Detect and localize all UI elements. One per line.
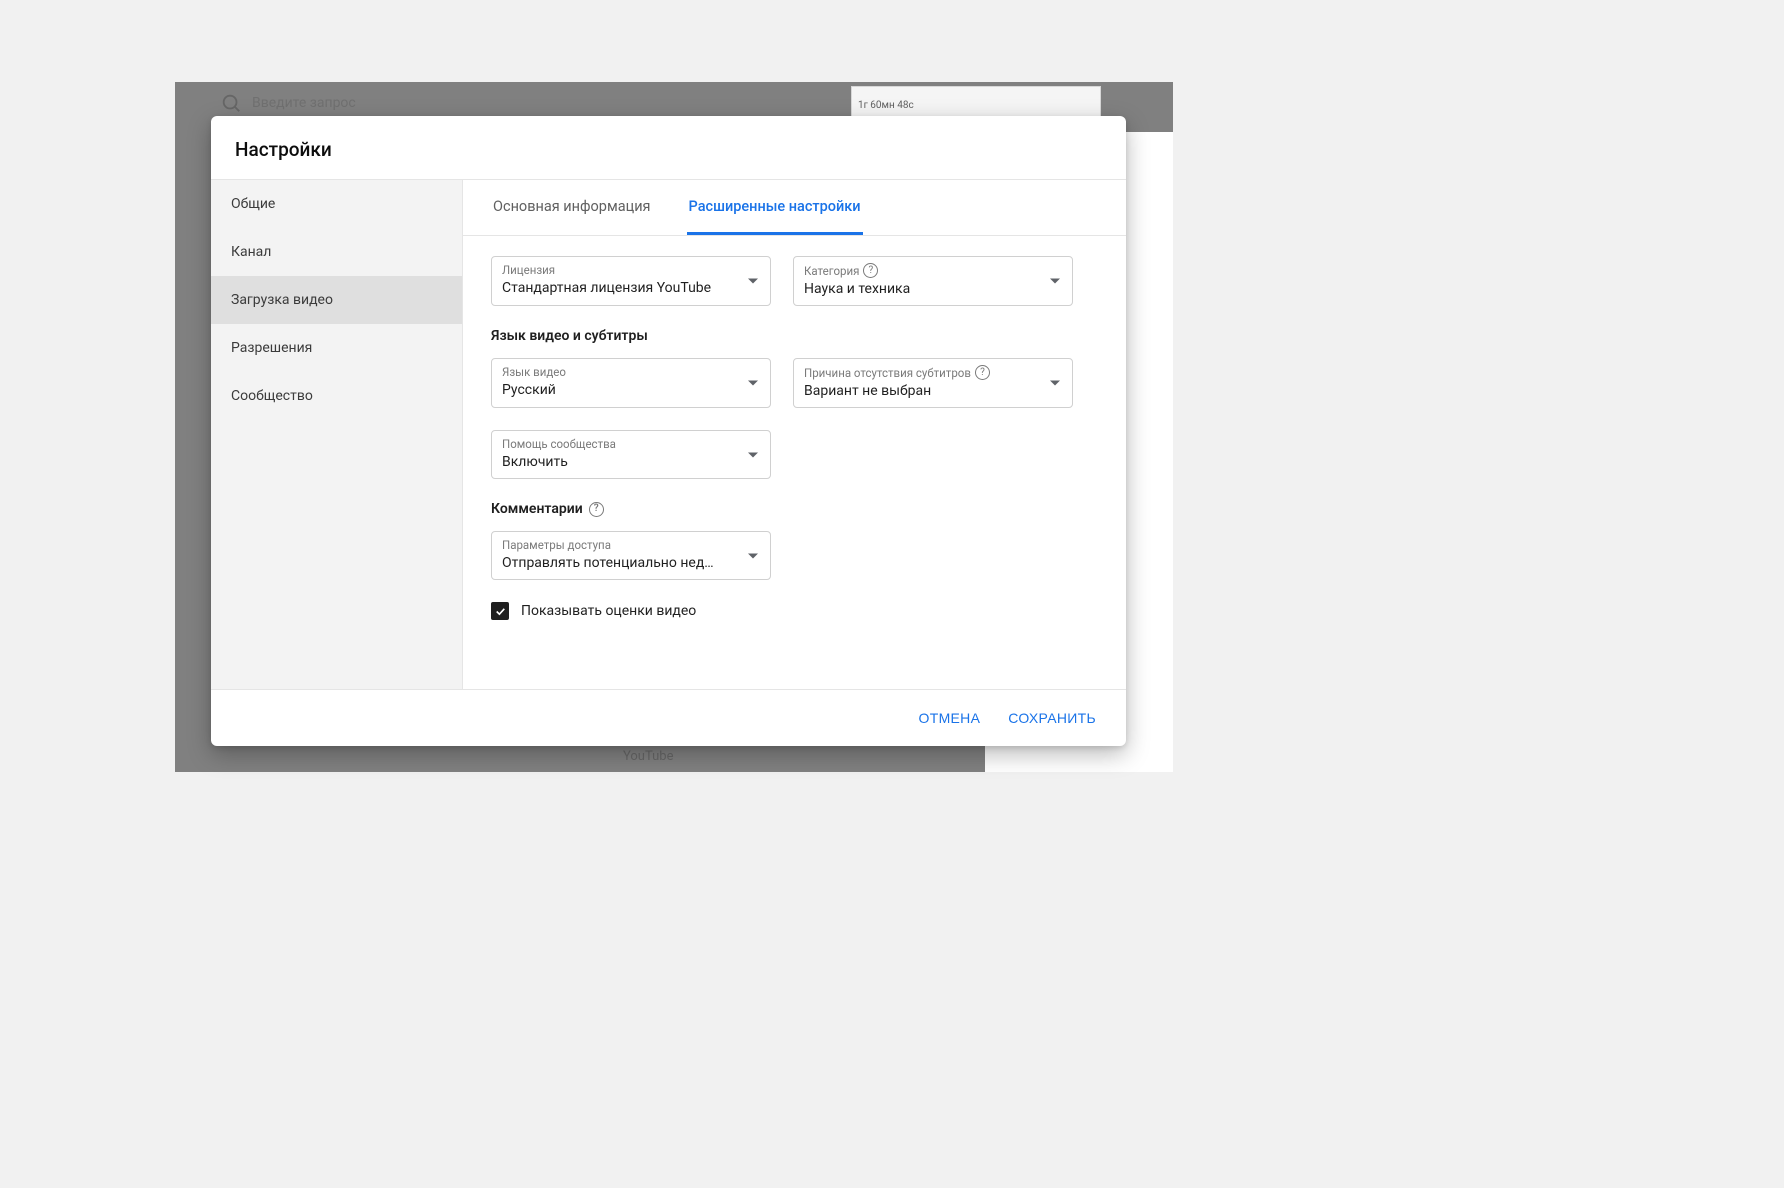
field-row: Лицензия Стандартная лицензия YouTube Ка… bbox=[491, 256, 1098, 306]
sidebar-item-label: Загрузка видео bbox=[231, 292, 333, 308]
chevron-down-icon bbox=[748, 452, 758, 457]
select-label: Параметры доступа bbox=[502, 538, 760, 552]
select-label: Категория ? bbox=[804, 263, 1062, 278]
select-label: Язык видео bbox=[502, 365, 760, 379]
tab-advanced-settings[interactable]: Расширенные настройки bbox=[687, 180, 863, 235]
dialog-title: Настройки bbox=[211, 116, 1126, 180]
chevron-down-icon bbox=[748, 279, 758, 284]
help-icon[interactable]: ? bbox=[975, 365, 990, 380]
show-ratings-label: Показывать оценки видео bbox=[521, 603, 696, 619]
chevron-down-icon bbox=[748, 381, 758, 386]
video-language-select[interactable]: Язык видео Русский bbox=[491, 358, 771, 408]
sidebar-item-label: Сообщество bbox=[231, 388, 313, 404]
metrics-time: 1г 60мн 48с bbox=[858, 100, 914, 111]
chevron-down-icon bbox=[748, 553, 758, 558]
access-params-select[interactable]: Параметры доступа Отправлять потенциальн… bbox=[491, 531, 771, 580]
dialog-tabs: Основная информация Расширенные настройк… bbox=[463, 180, 1126, 236]
cancel-button[interactable]: ОТМЕНА bbox=[909, 702, 991, 734]
show-ratings-checkbox[interactable] bbox=[491, 602, 509, 620]
dialog-footer: ОТМЕНА СОХРАНИТЬ bbox=[211, 689, 1126, 746]
sidebar-item-label: Разрешения bbox=[231, 340, 312, 356]
help-icon[interactable]: ? bbox=[863, 263, 878, 278]
section-heading-text: Комментарии bbox=[491, 501, 583, 517]
show-ratings-row: Показывать оценки видео bbox=[491, 602, 1098, 620]
dialog-sidebar: Общие Канал Загрузка видео Разрешения Со… bbox=[211, 180, 463, 689]
select-value: Вариант не выбран bbox=[804, 383, 1062, 399]
sidebar-item-channel[interactable]: Канал bbox=[211, 228, 462, 276]
sidebar-item-label: Общие bbox=[231, 196, 275, 212]
caption-reason-select[interactable]: Причина отсутствия субтитров ? Вариант н… bbox=[793, 358, 1073, 408]
sidebar-item-permissions[interactable]: Разрешения bbox=[211, 324, 462, 372]
select-value: Русский bbox=[502, 382, 760, 398]
dialog-body: Общие Канал Загрузка видео Разрешения Со… bbox=[211, 180, 1126, 689]
select-label: Помощь сообщества bbox=[502, 437, 760, 451]
field-row: Язык видео Русский Причина отсутствия су… bbox=[491, 358, 1098, 408]
checkmark-icon bbox=[494, 605, 507, 618]
sidebar-item-upload-video[interactable]: Загрузка видео bbox=[211, 276, 462, 324]
dialog-main: Основная информация Расширенные настройк… bbox=[463, 180, 1126, 689]
select-label: Причина отсутствия субтитров ? bbox=[804, 365, 1062, 380]
tab-label: Основная информация bbox=[493, 198, 651, 215]
chevron-down-icon bbox=[1050, 381, 1060, 386]
category-select[interactable]: Категория ? Наука и техника bbox=[793, 256, 1073, 306]
background-search: Введите запрос bbox=[220, 92, 356, 114]
settings-dialog: Настройки Общие Канал Загрузка видео Раз… bbox=[211, 116, 1126, 746]
section-heading-text: Язык видео и субтитры bbox=[491, 328, 648, 344]
select-value: Наука и техника bbox=[804, 281, 1062, 297]
sidebar-item-community[interactable]: Сообщество bbox=[211, 372, 462, 420]
select-value: Стандартная лицензия YouTube bbox=[502, 280, 760, 296]
community-help-select[interactable]: Помощь сообщества Включить bbox=[491, 430, 771, 479]
select-label-text: Причина отсутствия субтитров bbox=[804, 366, 971, 380]
license-select[interactable]: Лицензия Стандартная лицензия YouTube bbox=[491, 256, 771, 306]
field-row: Помощь сообщества Включить bbox=[491, 430, 1098, 479]
tab-label: Расширенные настройки bbox=[689, 198, 861, 215]
save-button[interactable]: СОХРАНИТЬ bbox=[998, 702, 1106, 734]
section-heading-comments: Комментарии ? bbox=[491, 501, 1098, 517]
dialog-scroll-area[interactable]: Лицензия Стандартная лицензия YouTube Ка… bbox=[463, 236, 1126, 689]
chevron-down-icon bbox=[1050, 279, 1060, 284]
field-row: Параметры доступа Отправлять потенциальн… bbox=[491, 531, 1098, 580]
background-youtube-label: YouTube bbox=[623, 749, 674, 764]
search-icon bbox=[220, 92, 242, 114]
select-value: Включить bbox=[502, 454, 760, 470]
sidebar-item-general[interactable]: Общие bbox=[211, 180, 462, 228]
section-heading-language: Язык видео и субтитры bbox=[491, 328, 1098, 344]
select-label: Лицензия bbox=[502, 263, 760, 277]
select-value: Отправлять потенциально нед… bbox=[502, 555, 760, 571]
sidebar-item-label: Канал bbox=[231, 244, 271, 260]
search-placeholder: Введите запрос bbox=[252, 95, 356, 111]
help-icon[interactable]: ? bbox=[589, 502, 604, 517]
select-label-text: Категория bbox=[804, 264, 859, 278]
tab-basic-info[interactable]: Основная информация bbox=[491, 180, 653, 235]
